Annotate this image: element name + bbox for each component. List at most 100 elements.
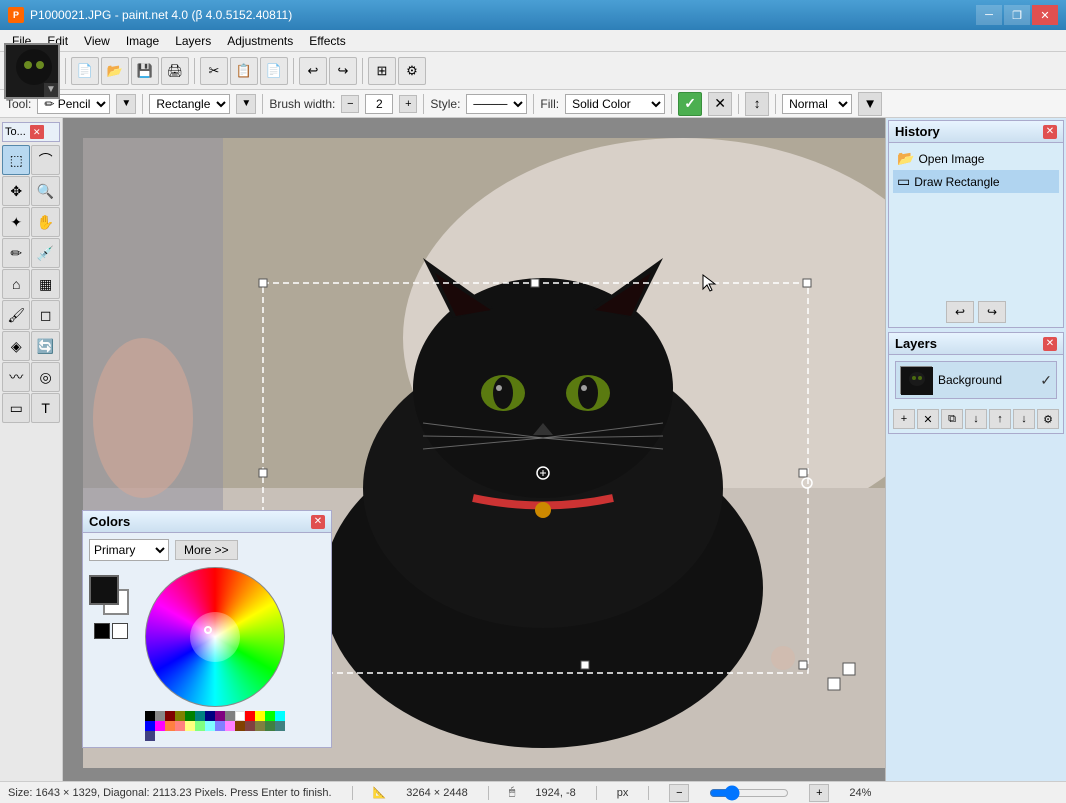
zoom-out-button[interactable]: −	[669, 784, 689, 802]
layers-close-button[interactable]: ✕	[1043, 337, 1057, 351]
clone-stamp-tool[interactable]: ◈	[2, 331, 30, 361]
undo-history-button[interactable]: ↩	[946, 301, 974, 323]
history-close-button[interactable]: ✕	[1043, 125, 1057, 139]
cut-button[interactable]: ✂	[200, 57, 228, 85]
shapes-tool[interactable]: ▭	[2, 393, 30, 423]
palette-white[interactable]	[235, 711, 245, 721]
more-colors-button[interactable]: More >>	[175, 540, 238, 560]
palette-green[interactable]	[185, 711, 195, 721]
palette-purple[interactable]	[215, 711, 225, 721]
palette-teal[interactable]	[195, 711, 205, 721]
fill-select[interactable]: Solid Color No Fill Gradient	[565, 94, 665, 114]
smudge-tool[interactable]: 〰	[2, 362, 30, 392]
paste-button[interactable]: 📄	[260, 57, 288, 85]
color-picker-tool[interactable]: 💉	[31, 238, 59, 268]
restore-button[interactable]: ❐	[1004, 5, 1030, 25]
magic-wand-tool[interactable]: ✦	[2, 207, 30, 237]
tool-options-btn[interactable]: ▼	[116, 94, 136, 114]
color-mode-select[interactable]: Primary Secondary	[89, 539, 169, 561]
redo-history-button[interactable]: ↪	[978, 301, 1006, 323]
add-layer-button[interactable]: +	[893, 409, 915, 429]
layer-item-background[interactable]: Background ✓	[895, 361, 1057, 399]
width-increase[interactable]: +	[399, 95, 417, 113]
palette-brown[interactable]	[235, 721, 245, 731]
shape-select[interactable]: Rectangle	[149, 94, 230, 114]
pencil-tool[interactable]: ✏	[2, 238, 30, 268]
move-tool[interactable]: ✥	[2, 176, 30, 206]
palette-dark-green[interactable]	[265, 721, 275, 731]
palette-red[interactable]	[245, 711, 255, 721]
finish-button[interactable]: ✓	[678, 92, 702, 116]
palette-navy[interactable]	[205, 711, 215, 721]
palette-black[interactable]	[145, 711, 155, 721]
colors-close-button[interactable]: ✕	[311, 515, 325, 529]
select-rect-tool[interactable]: ⬚	[2, 145, 30, 175]
palette-dark-blue[interactable]	[145, 731, 155, 741]
thumbnail-arrow[interactable]: ▼	[44, 83, 58, 97]
undo-button[interactable]: ↩	[299, 57, 327, 85]
gradient-tool[interactable]: ▦	[31, 269, 59, 299]
duplicate-layer-button[interactable]: ⧉	[941, 409, 963, 429]
pan-tool[interactable]: ✋	[31, 207, 59, 237]
save-button[interactable]: 💾	[131, 57, 159, 85]
close-button[interactable]: ✕	[1032, 5, 1058, 25]
palette-light-yellow[interactable]	[185, 721, 195, 731]
palette-magenta[interactable]	[155, 721, 165, 731]
zoom-slider[interactable]	[709, 785, 789, 801]
palette-mid-gray[interactable]	[225, 711, 235, 721]
primary-color-swatch[interactable]	[89, 575, 119, 605]
print-button[interactable]: 🖨	[161, 57, 189, 85]
copy-button[interactable]: 📋	[230, 57, 258, 85]
layer-properties-button[interactable]: ⚙	[1037, 409, 1059, 429]
brush-width-input[interactable]	[365, 94, 393, 114]
palette-cyan[interactable]	[275, 711, 285, 721]
paint-bucket-tool[interactable]: ⌂	[2, 269, 30, 299]
width-decrease[interactable]: −	[341, 95, 359, 113]
palette-light-blue[interactable]	[215, 721, 225, 731]
redo-button[interactable]: ↪	[329, 57, 357, 85]
history-item-draw[interactable]: ▭ Draw Rectangle	[893, 170, 1059, 193]
grid-button[interactable]: ⊞	[368, 57, 396, 85]
eraser-tool[interactable]: ◻	[31, 300, 59, 330]
merge-layer-button[interactable]: ↓	[965, 409, 987, 429]
palette-orange[interactable]	[165, 721, 175, 731]
move-layer-down-button[interactable]: ↓	[1013, 409, 1035, 429]
paintbrush-tool[interactable]: 🖌	[2, 300, 30, 330]
menu-layers[interactable]: Layers	[167, 32, 219, 50]
select-lasso-tool[interactable]: ⌒	[31, 145, 59, 175]
menu-effects[interactable]: Effects	[301, 32, 353, 50]
palette-dark-pink[interactable]	[245, 721, 255, 731]
cancel-button[interactable]: ✕	[708, 92, 732, 116]
palette-gray[interactable]	[155, 711, 165, 721]
layer-visibility-check[interactable]: ✓	[1040, 372, 1052, 389]
palette-darkred[interactable]	[165, 711, 175, 721]
blend-options[interactable]: ▼	[858, 92, 882, 116]
delete-layer-button[interactable]: ✕	[917, 409, 939, 429]
shape-options-btn[interactable]: ▼	[236, 94, 256, 114]
palette-pink[interactable]	[175, 721, 185, 731]
black-swatch[interactable]	[94, 623, 110, 639]
palette-olive[interactable]	[175, 711, 185, 721]
menu-adjustments[interactable]: Adjustments	[219, 32, 301, 50]
recolor-tool[interactable]: 🔄	[31, 331, 59, 361]
color-wheel[interactable]	[145, 567, 285, 707]
white-swatch[interactable]	[112, 623, 128, 639]
move-layer-up-button[interactable]: ↑	[989, 409, 1011, 429]
palette-dark-yellow[interactable]	[255, 721, 265, 731]
zoom-tool[interactable]: 🔍	[31, 176, 59, 206]
palette-light-magenta[interactable]	[225, 721, 235, 731]
to-close[interactable]: ✕	[30, 125, 44, 139]
open-button[interactable]: 📂	[101, 57, 129, 85]
new-button[interactable]: 📄	[71, 57, 99, 85]
blur-tool[interactable]: ◎	[31, 362, 59, 392]
palette-yellow[interactable]	[255, 711, 265, 721]
extra-btn-1[interactable]: ↕	[745, 92, 769, 116]
history-item-open[interactable]: 📂 Open Image	[893, 147, 1059, 170]
palette-dark-teal[interactable]	[275, 721, 285, 731]
menu-view[interactable]: View	[76, 32, 118, 50]
settings-button[interactable]: ⚙	[398, 57, 426, 85]
palette-light-green[interactable]	[195, 721, 205, 731]
minimize-button[interactable]: ─	[976, 5, 1002, 25]
menu-image[interactable]: Image	[118, 32, 167, 50]
style-select[interactable]: ────	[466, 94, 527, 114]
